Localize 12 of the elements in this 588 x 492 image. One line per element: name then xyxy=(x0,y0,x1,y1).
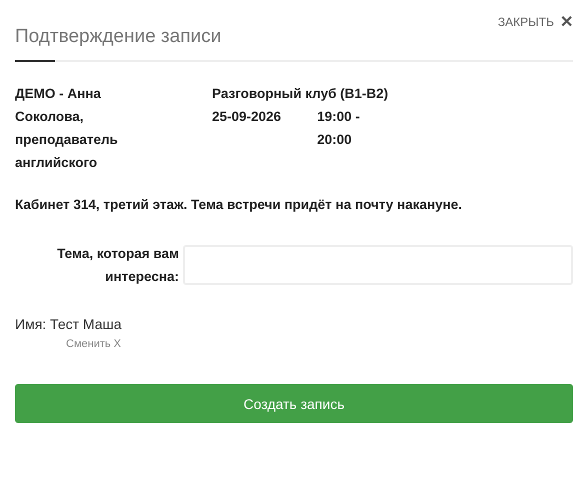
close-button[interactable]: ЗАКРЫТЬ ✕ xyxy=(498,12,573,32)
change-link[interactable]: Сменить X xyxy=(66,338,122,350)
user-name: Имя: Тест Маша xyxy=(15,316,123,332)
location-note: Кабинет 314, третий этаж. Тема встречи придёт на почту накануне. xyxy=(15,197,464,212)
event-date: 25-09-2026 xyxy=(212,108,282,126)
dialog-title: Подтверждение записи xyxy=(15,26,222,48)
close-icon: ✕ xyxy=(560,12,573,32)
event-title: Разговорный клуб (B1-B2) xyxy=(212,85,390,103)
teacher-name: ДЕМО - Анна Соколова, преподаватель английского xyxy=(15,85,119,172)
event-time: 19:00 - 20:00 xyxy=(317,108,361,149)
create-booking-button[interactable]: Создать запись xyxy=(15,384,573,423)
topic-label: Тема, которая вам интересна: xyxy=(56,245,179,286)
